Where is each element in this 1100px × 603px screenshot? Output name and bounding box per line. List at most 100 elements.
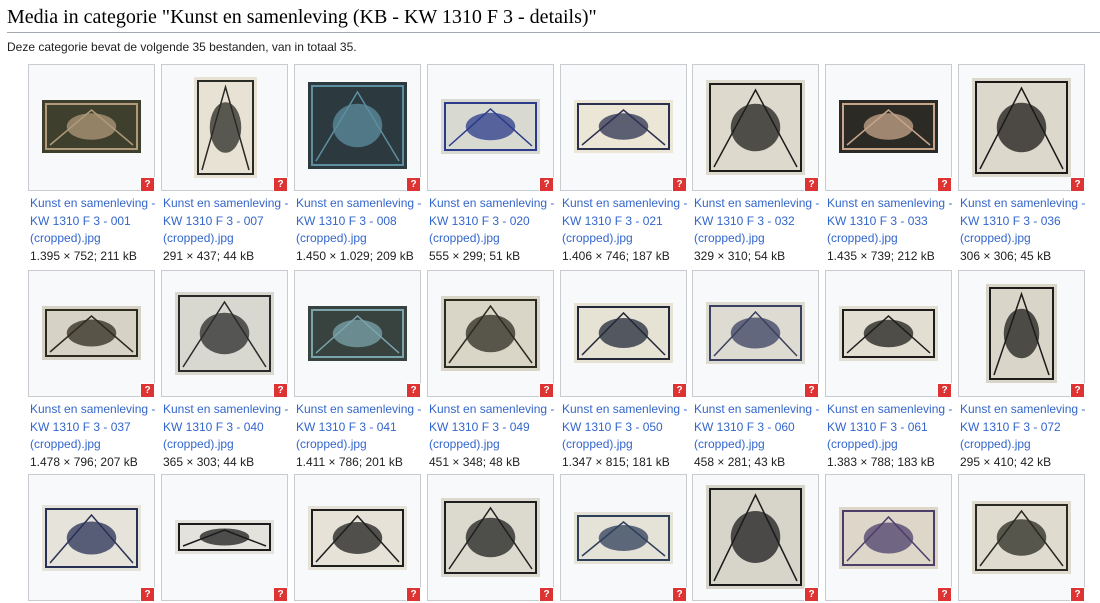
thumbnail-link[interactable]: ? [161,64,288,192]
file-name-link[interactable]: Kunst en samenleving - [429,401,555,419]
file-name-link[interactable]: (cropped).jpg [960,436,1086,454]
file-info-badge-icon[interactable]: ? [140,587,155,602]
file-name-link[interactable]: (cropped).jpg [562,436,688,454]
file-name-link[interactable]: Kunst en samenleving - [562,401,688,419]
file-name-link[interactable]: KW 1310 F 3 - 037 [30,419,156,437]
file-name-link[interactable]: (cropped).jpg [30,230,156,248]
file-name-link[interactable]: KW 1310 F 3 - 061 [827,419,953,437]
thumbnail-link[interactable]: ? [294,270,421,398]
file-name-link[interactable]: (cropped).jpg [163,230,289,248]
file-info-badge-icon[interactable]: ? [804,383,819,398]
file-name-link[interactable]: KW 1310 F 3 - 008 [296,213,422,231]
file-name-link[interactable]: (cropped).jpg [827,436,953,454]
file-name-link[interactable]: (cropped).jpg [562,230,688,248]
thumbnail-link[interactable]: ? [294,474,421,602]
file-name-link[interactable]: (cropped).jpg [694,436,820,454]
thumbnail-link[interactable]: ? [427,270,554,398]
file-name-link[interactable]: Kunst en samenleving - [30,195,156,213]
file-info-badge-icon[interactable]: ? [937,383,952,398]
thumbnail-link[interactable]: ? [825,474,952,602]
file-caption: Kunst en samenleving - KW 1310 F 3 - 033(… [827,195,953,265]
file-name-link[interactable]: Kunst en samenleving - [296,195,422,213]
file-info-badge-icon[interactable]: ? [1070,587,1085,602]
file-name-link[interactable]: (cropped).jpg [30,436,156,454]
file-name-link[interactable]: Kunst en samenleving - [694,195,820,213]
thumbnail-link[interactable]: ? [692,474,819,602]
file-name-link[interactable]: Kunst en samenleving - [30,401,156,419]
file-info-badge-icon[interactable]: ? [539,383,554,398]
file-name-link[interactable]: KW 1310 F 3 - 036 [960,213,1086,231]
file-name-link[interactable]: Kunst en samenleving - [429,195,555,213]
file-name-link[interactable]: (cropped).jpg [163,436,289,454]
file-info-badge-icon[interactable]: ? [273,587,288,602]
thumbnail-link[interactable]: ? [427,474,554,602]
thumbnail-link[interactable]: ? [958,474,1085,602]
file-info-badge-icon[interactable]: ? [804,587,819,602]
thumbnail-link[interactable]: ? [560,64,687,192]
file-name-link[interactable]: KW 1310 F 3 - 072 [960,419,1086,437]
file-name-link[interactable]: KW 1310 F 3 - 041 [296,419,422,437]
file-name-link[interactable]: Kunst en samenleving - [827,401,953,419]
thumbnail-link[interactable]: ? [28,64,155,192]
file-name-link[interactable]: KW 1310 F 3 - 040 [163,419,289,437]
file-caption: Kunst en samenleving - KW 1310 F 3 - 036(… [960,195,1086,265]
file-info-badge-icon[interactable]: ? [273,383,288,398]
thumbnail-link[interactable]: ? [560,474,687,602]
thumbnail-link[interactable]: ? [161,474,288,602]
file-name-link[interactable]: (cropped).jpg [694,230,820,248]
file-name-link[interactable]: Kunst en samenleving - [827,195,953,213]
file-info-badge-icon[interactable]: ? [140,177,155,192]
thumbnail-link[interactable]: ? [825,64,952,192]
file-name-link[interactable]: (cropped).jpg [827,230,953,248]
file-info-badge-icon[interactable]: ? [406,587,421,602]
file-name-link[interactable]: Kunst en samenleving - [694,401,820,419]
thumbnail-link[interactable]: ? [958,64,1085,192]
file-info-badge-icon[interactable]: ? [539,587,554,602]
file-name-link[interactable]: KW 1310 F 3 - 007 [163,213,289,231]
file-info-badge-icon[interactable]: ? [672,177,687,192]
thumbnail-link[interactable]: ? [28,474,155,602]
file-name-link[interactable]: KW 1310 F 3 - 033 [827,213,953,231]
file-name-link[interactable]: Kunst en samenleving - [562,195,688,213]
file-name-link[interactable]: KW 1310 F 3 - 021 [562,213,688,231]
file-name-link[interactable]: (cropped).jpg [429,436,555,454]
thumbnail-link[interactable]: ? [825,270,952,398]
file-name-link[interactable]: Kunst en samenleving - [960,401,1086,419]
file-info-badge-icon[interactable]: ? [1070,177,1085,192]
file-name-link[interactable]: KW 1310 F 3 - 020 [429,213,555,231]
thumbnail-link[interactable]: ? [28,270,155,398]
file-name-link[interactable]: (cropped).jpg [296,436,422,454]
file-dimensions-size: 365 × 303; 44 kB [163,454,255,469]
file-name-link[interactable]: KW 1310 F 3 - 050 [562,419,688,437]
file-name-link[interactable]: Kunst en samenleving - [296,401,422,419]
thumbnail-link[interactable]: ? [560,270,687,398]
file-info-badge-icon[interactable]: ? [539,177,554,192]
thumbnail-link[interactable]: ? [427,64,554,192]
thumbnail-link[interactable]: ? [294,64,421,192]
file-name-link[interactable]: (cropped).jpg [296,230,422,248]
file-name-link[interactable]: Kunst en samenleving - [163,401,289,419]
file-name-link[interactable]: KW 1310 F 3 - 001 [30,213,156,231]
file-name-link[interactable]: Kunst en samenleving - [960,195,1086,213]
thumbnail-link[interactable]: ? [692,64,819,192]
file-info-badge-icon[interactable]: ? [672,383,687,398]
file-name-link[interactable]: (cropped).jpg [960,230,1086,248]
thumbnail-link[interactable]: ? [692,270,819,398]
file-name-link[interactable]: Kunst en samenleving - [163,195,289,213]
file-info-badge-icon[interactable]: ? [937,177,952,192]
file-name-link[interactable]: KW 1310 F 3 - 049 [429,419,555,437]
artwork-thumbnail [308,306,407,361]
file-info-badge-icon[interactable]: ? [406,383,421,398]
file-info-badge-icon[interactable]: ? [672,587,687,602]
file-info-badge-icon[interactable]: ? [937,587,952,602]
file-info-badge-icon[interactable]: ? [1070,383,1085,398]
file-info-badge-icon[interactable]: ? [406,177,421,192]
file-name-link[interactable]: KW 1310 F 3 - 060 [694,419,820,437]
file-name-link[interactable]: KW 1310 F 3 - 032 [694,213,820,231]
file-info-badge-icon[interactable]: ? [273,177,288,192]
file-name-link[interactable]: (cropped).jpg [429,230,555,248]
file-info-badge-icon[interactable]: ? [140,383,155,398]
thumbnail-link[interactable]: ? [161,270,288,398]
thumbnail-link[interactable]: ? [958,270,1085,398]
file-info-badge-icon[interactable]: ? [804,177,819,192]
